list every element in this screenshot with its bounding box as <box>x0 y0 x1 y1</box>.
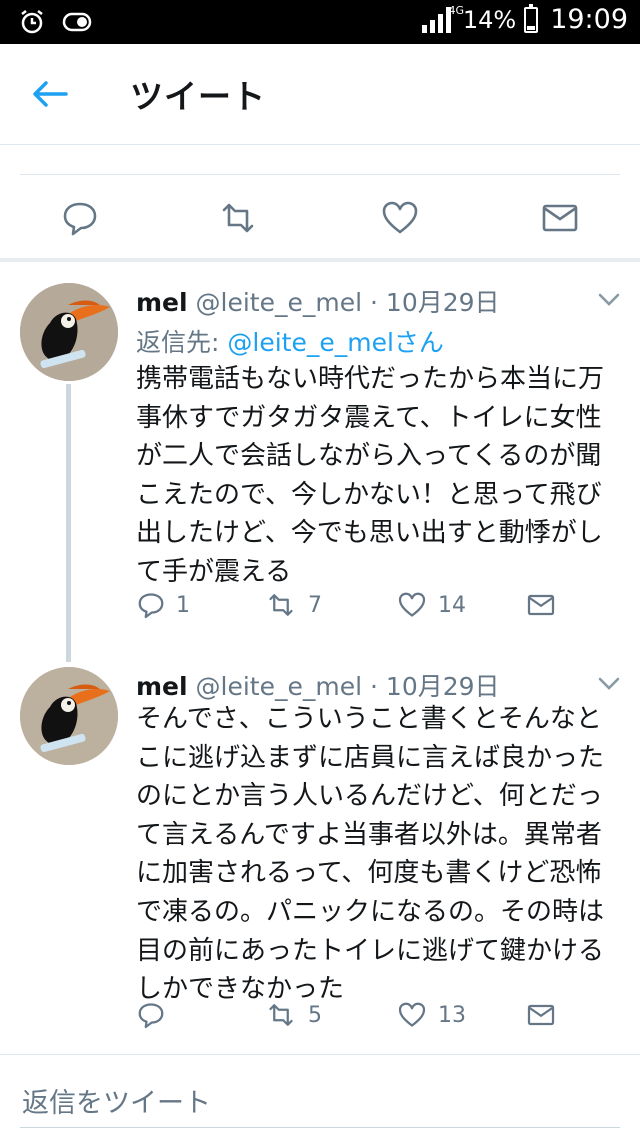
reply-to-mention[interactable]: @leite_e_melさん <box>227 328 444 357</box>
message-icon <box>527 1004 555 1026</box>
tweet-date[interactable]: 10月29日 <box>386 288 500 317</box>
like-button[interactable]: 13 <box>396 1000 466 1030</box>
input-underline <box>20 1127 620 1128</box>
like-icon[interactable] <box>380 198 420 238</box>
section-separator <box>0 258 640 262</box>
author-handle[interactable]: @leite_e_mel <box>196 672 363 701</box>
reply-icon[interactable] <box>60 198 100 238</box>
battery-icon <box>524 3 539 33</box>
dm-button[interactable] <box>526 1000 556 1030</box>
toucan-avatar-image <box>20 283 118 381</box>
tweet-actions: 1 7 14 <box>136 590 606 630</box>
separator-dot: · <box>370 288 378 317</box>
clock: 19:09 <box>550 4 628 35</box>
tweet-line: こえたので、今しかない！と思って飛び <box>136 479 602 510</box>
battery-percent: 14% <box>462 5 517 34</box>
main-tweet-actions <box>0 176 640 260</box>
retweet-icon <box>269 1004 293 1026</box>
tweet-header: mel @leite_e_mel · 10月29日 <box>136 667 500 703</box>
reply-button[interactable] <box>136 1000 176 1030</box>
tweet-line: のにとか言う人いるんだけど、何とだっ <box>136 781 603 812</box>
tweet-line: 事休すでガタガタ震えて、トイレに女性 <box>136 402 602 433</box>
reply-count: 1 <box>176 592 190 618</box>
tweet-line: こに逃げ込まずに店員に言えば良かった <box>136 742 605 773</box>
back-arrow-icon[interactable] <box>30 78 70 110</box>
author-name[interactable]: mel <box>136 288 188 317</box>
retweet-icon <box>269 594 293 616</box>
author-handle[interactable]: @leite_e_mel <box>196 288 363 317</box>
toggle-icon <box>62 12 92 32</box>
reply-button[interactable]: 1 <box>136 590 190 620</box>
retweet-count: 7 <box>308 592 322 618</box>
tweet-line: て言えるんですよ当事者以外は。異常者 <box>136 819 602 850</box>
top-app-bar: ツイート <box>0 44 640 145</box>
tweet-text: そんでさ、こういうこと書くとそんなと こに逃げ込まずに店員に言えば良かった のに… <box>136 700 626 1009</box>
page-title: ツイート <box>130 77 266 116</box>
like-count: 13 <box>438 1002 466 1028</box>
reply-to-label: 返信先: <box>136 328 220 357</box>
like-count: 14 <box>438 592 466 618</box>
reply-icon <box>138 593 164 619</box>
like-icon <box>398 1002 426 1027</box>
avatar[interactable] <box>20 667 118 765</box>
retweet-button[interactable]: 5 <box>264 1000 322 1030</box>
divider <box>20 174 620 175</box>
chevron-down-icon[interactable] <box>596 676 622 692</box>
dm-button[interactable] <box>526 590 556 620</box>
reply-input-placeholder[interactable]: 返信をツイート <box>22 1081 211 1120</box>
author-name[interactable]: mel <box>136 672 188 701</box>
tweet-header: mel @leite_e_mel · 10月29日 <box>136 283 500 319</box>
like-icon <box>398 592 426 617</box>
tweet-line: 出したけど、今でも思い出すと動悸がし <box>136 518 603 549</box>
retweet-button[interactable]: 7 <box>264 590 322 620</box>
tweet-line: が二人で会話しながら入ってくるのが聞 <box>136 441 602 472</box>
retweet-icon[interactable] <box>218 198 258 238</box>
message-icon <box>527 594 555 616</box>
reply-icon <box>138 1003 164 1029</box>
like-button[interactable]: 14 <box>396 590 466 620</box>
alarm-icon <box>21 10 43 34</box>
tweet-line: て手が震える <box>136 556 292 587</box>
chevron-down-icon[interactable] <box>596 292 622 308</box>
tweet-line: 携帯電話もない時代だったから本当に万 <box>136 364 605 394</box>
thread-line <box>66 384 71 662</box>
tweet-line: で凍るの。パニックになるの。その時は <box>136 896 605 927</box>
tweet-line: 目の前にあったトイレに逃げて鍵かける <box>136 935 605 966</box>
status-bar: 4G 14% 19:09 <box>0 0 640 44</box>
reply-context: 返信先: @leite_e_melさん <box>136 323 444 359</box>
reply-composer[interactable]: 返信をツイート <box>0 1054 640 1138</box>
tweet-text: 携帯電話もない時代だったから本当に万 事休すでガタガタ震えて、トイレに女性 が二… <box>136 360 626 592</box>
tweet-line: そんでさ、こういうこと書くとそんなと <box>136 704 602 734</box>
avatar[interactable] <box>20 283 118 381</box>
tweet-line: に加害されるって、何度も書くけど恐怖 <box>136 858 602 889</box>
separator-dot: · <box>370 672 378 701</box>
toucan-avatar-image <box>20 667 118 765</box>
retweet-count: 5 <box>308 1002 322 1028</box>
tweet-actions: 5 13 <box>136 1000 606 1040</box>
message-icon[interactable] <box>540 198 580 238</box>
tweet-date[interactable]: 10月29日 <box>386 672 500 701</box>
signal-icon <box>421 6 451 33</box>
